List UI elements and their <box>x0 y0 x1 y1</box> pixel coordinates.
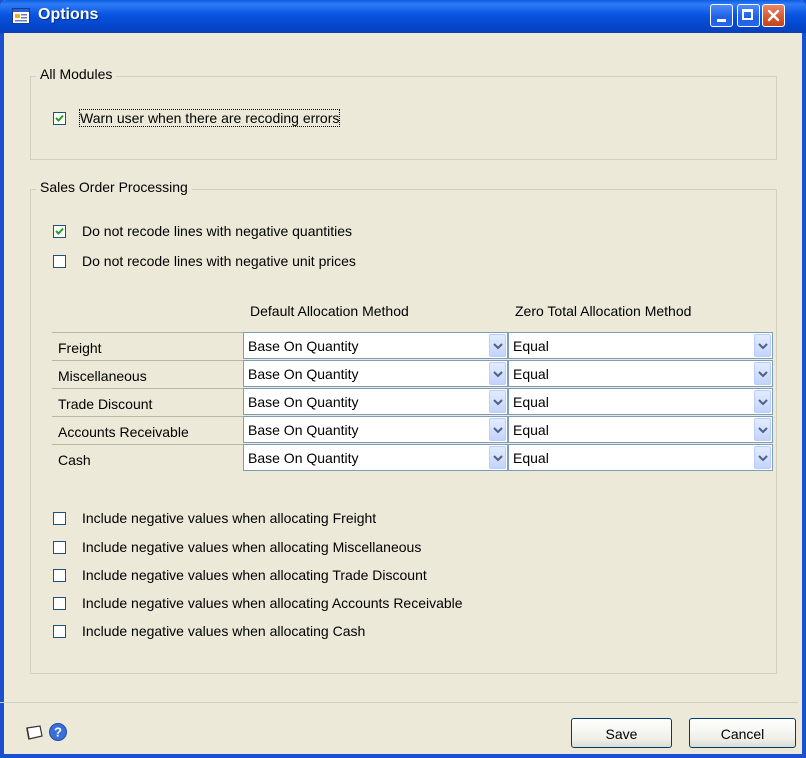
note-icon[interactable] <box>24 725 44 741</box>
warn-recoding-checkbox[interactable] <box>53 112 66 125</box>
help-icon[interactable]: ? <box>48 722 68 742</box>
close-icon <box>767 9 780 22</box>
title-bar[interactable]: Options <box>0 0 806 33</box>
chevron-down-icon[interactable] <box>754 418 771 441</box>
trade-default-select[interactable]: Base On Quantity <box>243 388 508 415</box>
include-freight-checkbox[interactable] <box>53 512 66 525</box>
warn-recoding-label[interactable]: Warn user when there are recoding errors <box>78 109 341 127</box>
include-freight-label[interactable]: Include negative values when allocating … <box>82 510 376 526</box>
close-button[interactable] <box>762 4 785 27</box>
trade-zero-value: Equal <box>513 394 549 410</box>
cash-default-value: Base On Quantity <box>248 450 359 466</box>
misc-default-select[interactable]: Base On Quantity <box>243 360 508 387</box>
chevron-down-icon[interactable] <box>489 390 506 413</box>
include-ar-label[interactable]: Include negative values when allocating … <box>82 595 463 611</box>
cash-zero-select[interactable]: Equal <box>508 444 773 471</box>
no-recode-neg-qty-checkbox[interactable] <box>53 225 66 238</box>
chevron-down-icon[interactable] <box>489 362 506 385</box>
include-cash-checkbox[interactable] <box>53 625 66 638</box>
ar-default-select[interactable]: Base On Quantity <box>243 416 508 443</box>
zero-total-allocation-header: Zero Total Allocation Method <box>515 303 692 319</box>
include-ar-checkbox[interactable] <box>53 597 66 610</box>
misc-zero-select[interactable]: Equal <box>508 360 773 387</box>
all-modules-label: All Modules <box>36 66 117 82</box>
no-recode-neg-price-label[interactable]: Do not recode lines with negative unit p… <box>82 253 356 269</box>
freight-zero-value: Equal <box>513 338 549 354</box>
chevron-down-icon[interactable] <box>754 446 771 469</box>
freight-default-value: Base On Quantity <box>248 338 359 354</box>
row-label-cash: Cash <box>52 444 243 474</box>
chevron-down-icon[interactable] <box>489 446 506 469</box>
row-label-freight: Freight <box>52 332 243 362</box>
no-recode-neg-qty-label[interactable]: Do not recode lines with negative quanti… <box>82 223 352 239</box>
save-button[interactable]: Save <box>571 718 672 748</box>
no-recode-neg-price-checkbox[interactable] <box>53 255 66 268</box>
include-misc-checkbox[interactable] <box>53 541 66 554</box>
ar-zero-value: Equal <box>513 422 549 438</box>
include-trade-label[interactable]: Include negative values when allocating … <box>82 567 427 583</box>
ar-zero-select[interactable]: Equal <box>508 416 773 443</box>
chevron-down-icon[interactable] <box>489 418 506 441</box>
window-icon <box>12 8 30 24</box>
row-label-miscellaneous: Miscellaneous <box>52 360 243 390</box>
trade-zero-select[interactable]: Equal <box>508 388 773 415</box>
cash-default-select[interactable]: Base On Quantity <box>243 444 508 471</box>
allocation-grid: Freight Base On Quantity Equal Miscellan… <box>52 324 773 474</box>
checkmark-icon <box>55 114 64 122</box>
misc-default-value: Base On Quantity <box>248 366 359 382</box>
row-label-accounts-receivable: Accounts Receivable <box>52 416 243 446</box>
checkmark-icon <box>55 227 64 235</box>
include-cash-label[interactable]: Include negative values when allocating … <box>82 623 365 639</box>
row-label-trade-discount: Trade Discount <box>52 388 243 418</box>
default-allocation-header: Default Allocation Method <box>250 303 409 319</box>
maximize-button[interactable] <box>737 4 760 27</box>
svg-text:?: ? <box>54 725 62 740</box>
window-title: Options <box>38 6 99 23</box>
include-trade-checkbox[interactable] <box>53 569 66 582</box>
include-misc-label[interactable]: Include negative values when allocating … <box>82 539 421 555</box>
cash-zero-value: Equal <box>513 450 549 466</box>
freight-zero-select[interactable]: Equal <box>508 332 773 359</box>
misc-zero-value: Equal <box>513 366 549 382</box>
minimize-button[interactable] <box>710 4 733 27</box>
chevron-down-icon[interactable] <box>489 334 506 357</box>
sop-label: Sales Order Processing <box>36 179 192 195</box>
chevron-down-icon[interactable] <box>754 334 771 357</box>
cancel-button[interactable]: Cancel <box>689 718 796 748</box>
trade-default-value: Base On Quantity <box>248 394 359 410</box>
bottom-divider <box>0 702 798 703</box>
chevron-down-icon[interactable] <box>754 390 771 413</box>
chevron-down-icon[interactable] <box>754 362 771 385</box>
freight-default-select[interactable]: Base On Quantity <box>243 332 508 359</box>
ar-default-value: Base On Quantity <box>248 422 359 438</box>
